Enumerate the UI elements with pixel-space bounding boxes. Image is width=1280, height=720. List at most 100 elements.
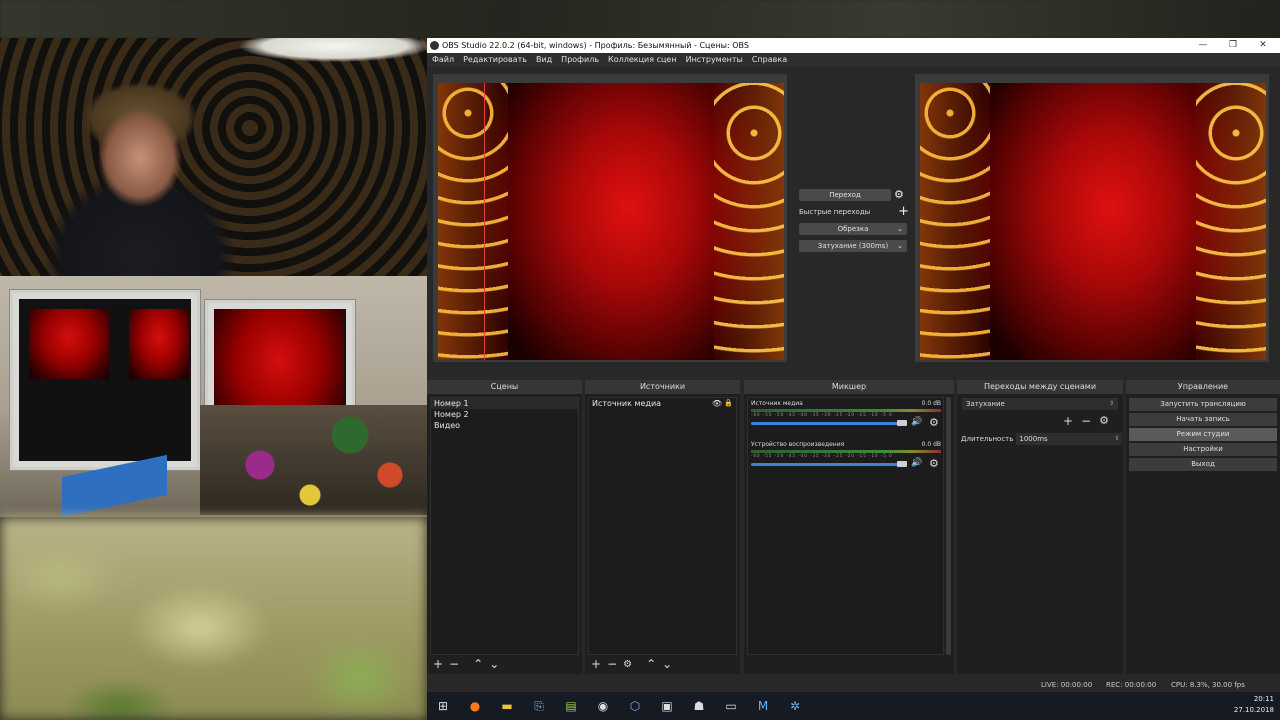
restore-button[interactable]: ❐	[1218, 38, 1248, 53]
taskbar-clock[interactable]: 20:11 27.10.2018	[1234, 694, 1274, 716]
start-streaming-button[interactable]: Запустить трансляцию	[1129, 398, 1277, 411]
transition-toolbar: + − ⚙	[1063, 414, 1109, 428]
transition-button[interactable]: Переход	[799, 189, 891, 201]
remove-scene-icon[interactable]: −	[449, 657, 459, 672]
eye-icon[interactable]: 👁	[712, 398, 722, 409]
rec-status: REC: 00:00:00	[1106, 681, 1157, 689]
windows-start-icon[interactable]: ⊞	[427, 692, 459, 720]
scene-item[interactable]: Видео	[431, 420, 578, 431]
mixer-track: Устройство воспроизведения 0.0 dB -60 -5…	[751, 441, 941, 470]
window-title: OBS Studio 22.0.2 (64-bit, windows) - Пр…	[442, 41, 749, 50]
speaker-icon[interactable]: 🔊	[911, 458, 922, 468]
mixer-gear-icon[interactable]: ⚙	[929, 416, 939, 429]
close-button[interactable]: ✕	[1248, 38, 1278, 53]
scenes-dock: Сцены Номер 1 Номер 2 Видео + − ⌃ ⌄	[427, 380, 582, 674]
source-properties-gear-icon[interactable]: ⚙	[623, 657, 632, 672]
firefox-icon[interactable]: ●	[459, 692, 491, 720]
clock-date: 27.10.2018	[1233, 706, 1274, 714]
transition-gear-icon[interactable]: ⚙	[894, 189, 904, 201]
obs-window: OBS Studio 22.0.2 (64-bit, windows) - Пр…	[427, 38, 1280, 692]
menu-edit[interactable]: Редактировать	[463, 53, 527, 67]
mask-app-icon[interactable]: ☗	[683, 692, 715, 720]
volume-slider[interactable]	[751, 463, 907, 466]
scene-transitions-header: Переходы между сценами	[957, 380, 1123, 394]
move-down-icon[interactable]: ⌄	[489, 657, 499, 672]
sources-list: Источник медиа 👁 🔒	[588, 397, 737, 655]
scene-item[interactable]: Номер 2	[431, 409, 578, 420]
source-item[interactable]: Источник медиа 👁 🔒	[589, 398, 736, 409]
desk-monitor-left	[10, 290, 200, 470]
lock-icon[interactable]: 🔒	[724, 398, 733, 409]
studio-mode-button[interactable]: Режим студии	[1129, 428, 1277, 441]
add-source-icon[interactable]: +	[591, 657, 601, 672]
menu-tools[interactable]: Инструменты	[686, 53, 743, 67]
mixer-gear-icon[interactable]: ⚙	[929, 457, 939, 470]
mixer-track-level: 0.0 dB	[921, 441, 941, 448]
mixer-dock: Микшер Источник медиа 0.0 dB -60 -55 -50…	[744, 380, 954, 674]
cut-transition-dropdown[interactable]: Обрезка ⌄	[799, 223, 907, 235]
mixer-scrollbar[interactable]	[946, 397, 951, 655]
transition-select[interactable]: Затухание ⇕	[962, 398, 1118, 410]
move-down-icon[interactable]: ⌄	[662, 657, 672, 672]
status-bar: LIVE: 00:00:00 REC: 00:00:00 CPU: 8.3%, …	[427, 678, 1280, 692]
move-up-icon[interactable]: ⌃	[473, 657, 483, 672]
add-quick-transition-icon[interactable]: +	[898, 205, 909, 218]
live-status: LIVE: 00:00:00	[1041, 681, 1093, 689]
menu-file[interactable]: Файл	[432, 53, 454, 67]
sources-header: Источники	[585, 380, 740, 394]
menu-scene-collection[interactable]: Коллекция сцен	[608, 53, 677, 67]
controls-dock: Управление Запустить трансляцию Начать з…	[1126, 380, 1280, 674]
settings-button[interactable]: Настройки	[1129, 443, 1277, 456]
add-scene-icon[interactable]: +	[433, 657, 443, 672]
preview-image[interactable]	[438, 83, 784, 360]
scene-item[interactable]: Номер 1	[431, 398, 578, 409]
exit-button[interactable]: Выход	[1129, 458, 1277, 471]
monitor-app-icon[interactable]: ▣	[651, 692, 683, 720]
menu-view[interactable]: Вид	[536, 53, 552, 67]
mixer-area: Источник медиа 0.0 dB -60 -55 -50 -45 -4…	[747, 397, 944, 655]
terminal-icon[interactable]: ▭	[715, 692, 747, 720]
transition-select-value: Затухание	[966, 400, 1005, 408]
taskbar: ⊞ ● ▬ ⎘ ▤ ◉ ⬡ ▣ ☗ ▭ M ✲ 20:11 27.10.2018	[427, 692, 1280, 720]
menu-help[interactable]: Справка	[752, 53, 787, 67]
mixer-track-name: Источник медиа	[751, 400, 803, 407]
minimize-button[interactable]: —	[1188, 38, 1218, 53]
start-recording-button[interactable]: Начать запись	[1129, 413, 1277, 426]
remove-source-icon[interactable]: −	[607, 657, 617, 672]
duration-input[interactable]: 1000ms ⇕	[1016, 433, 1123, 445]
sources-toolbar: + − ⚙ ⌃ ⌄	[585, 657, 672, 672]
program-panel	[915, 74, 1269, 362]
remove-transition-icon[interactable]: −	[1081, 414, 1091, 428]
menu-profile[interactable]: Профиль	[561, 53, 599, 67]
source-item-label: Источник медиа	[592, 399, 662, 408]
add-transition-icon[interactable]: +	[1063, 414, 1073, 428]
notepad-icon[interactable]: ▤	[555, 692, 587, 720]
mixer-track-name: Устройство воспроизведения	[751, 441, 845, 448]
volume-slider[interactable]	[751, 422, 907, 425]
transition-settings-gear-icon[interactable]: ⚙	[1099, 414, 1109, 428]
virtualbox-icon[interactable]: ⬡	[619, 692, 651, 720]
scene-transitions-dock: Переходы между сценами Затухание ⇕ + − ⚙…	[957, 380, 1123, 674]
obs-taskbar-icon[interactable]: ◉	[587, 692, 619, 720]
obs-logo-icon	[430, 41, 439, 50]
spinner-arrows-icon: ⇕	[1108, 400, 1114, 407]
fade-transition-dropdown[interactable]: Затухание (300ms) ⌄	[799, 240, 907, 252]
move-up-icon[interactable]: ⌃	[646, 657, 656, 672]
mixer-header: Микшер	[744, 380, 954, 394]
menu-bar: Файл Редактировать Вид Профиль Коллекция…	[427, 53, 1280, 67]
duration-value: 1000ms	[1019, 435, 1048, 443]
background-blur-top	[0, 0, 1280, 38]
file-explorer-icon[interactable]: ▬	[491, 692, 523, 720]
gear-app-icon[interactable]: ✲	[779, 692, 811, 720]
volume-slider-knob[interactable]	[897, 461, 907, 467]
spinner-arrows-icon: ⇕	[1114, 435, 1120, 442]
m-app-icon[interactable]: M	[747, 692, 779, 720]
volume-slider-knob[interactable]	[897, 420, 907, 426]
webcam-person-view	[0, 38, 427, 276]
mixer-track: Источник медиа 0.0 dB -60 -55 -50 -45 -4…	[751, 400, 941, 429]
duration-row: Длительность 1000ms ⇕	[961, 433, 1123, 445]
fade-transition-label: Затухание (300ms)	[817, 242, 889, 250]
network-app-icon[interactable]: ⎘	[523, 692, 555, 720]
scenes-toolbar: + − ⌃ ⌄	[427, 657, 499, 672]
speaker-icon[interactable]: 🔊	[911, 417, 922, 427]
